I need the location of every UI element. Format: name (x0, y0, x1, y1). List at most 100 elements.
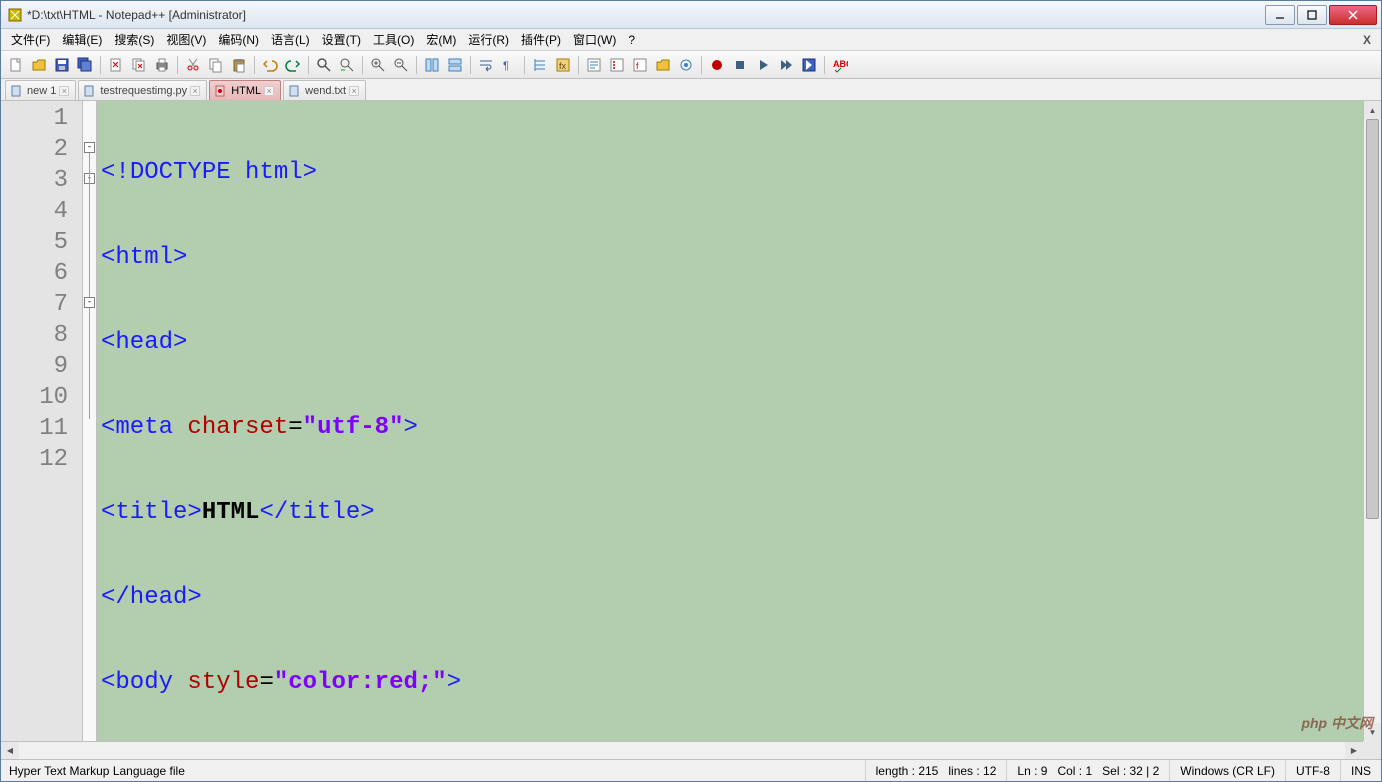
menu-settings[interactable]: 设置(T) (316, 29, 367, 50)
menu-language[interactable]: 语言(L) (265, 29, 316, 50)
close-file-icon[interactable] (105, 54, 127, 76)
menu-search[interactable]: 搜索(S) (108, 29, 160, 50)
save-all-icon[interactable] (74, 54, 96, 76)
spellcheck-icon[interactable]: ABC (829, 54, 851, 76)
open-file-icon[interactable] (28, 54, 50, 76)
vertical-scrollbar[interactable]: ▲ ▼ (1363, 101, 1381, 741)
indent-guide-icon[interactable] (529, 54, 551, 76)
scroll-up-icon[interactable]: ▲ (1364, 101, 1381, 119)
play-icon[interactable] (752, 54, 774, 76)
line-number: 9 (1, 351, 82, 382)
menu-close-doc[interactable]: X (1357, 33, 1377, 47)
close-all-icon[interactable] (128, 54, 150, 76)
minimize-button[interactable] (1265, 5, 1295, 25)
status-length: length : 215 lines : 12 (865, 760, 1007, 781)
fold-toggle[interactable]: - (84, 297, 95, 308)
close-button[interactable] (1329, 5, 1377, 25)
app-window: *D:\txt\HTML - Notepad++ [Administrator]… (0, 0, 1382, 782)
new-file-icon[interactable] (5, 54, 27, 76)
app-icon (7, 7, 23, 23)
code-line: </head> (97, 582, 1381, 613)
menu-tools[interactable]: 工具(O) (367, 29, 420, 50)
record-icon[interactable] (706, 54, 728, 76)
code-line: <html> (97, 242, 1381, 273)
toolbar-separator (824, 56, 825, 74)
file-icon (83, 84, 97, 98)
tab-close-icon[interactable]: × (59, 86, 69, 96)
doc-list-icon[interactable] (606, 54, 628, 76)
toolbar-separator (177, 56, 178, 74)
code-line: <head> (97, 327, 1381, 358)
user-lang-icon[interactable]: fx (552, 54, 574, 76)
status-eol[interactable]: Windows (CR LF) (1169, 760, 1285, 781)
status-insert-mode[interactable]: INS (1340, 760, 1381, 781)
save-icon[interactable] (51, 54, 73, 76)
scroll-down-icon[interactable]: ▼ (1364, 723, 1381, 741)
code-line: <title>HTML</title> (97, 497, 1381, 528)
toolbar-separator (308, 56, 309, 74)
all-chars-icon[interactable]: ¶ (498, 54, 520, 76)
line-number: 1 (1, 103, 82, 134)
save-macro-icon[interactable] (798, 54, 820, 76)
tab-close-icon[interactable]: × (264, 86, 274, 96)
find-icon[interactable] (313, 54, 335, 76)
redo-icon[interactable] (282, 54, 304, 76)
undo-icon[interactable] (259, 54, 281, 76)
menu-run[interactable]: 运行(R) (462, 29, 515, 50)
code-editor[interactable]: <!DOCTYPE html> <html> <head> <meta char… (97, 101, 1381, 759)
zoom-out-icon[interactable] (390, 54, 412, 76)
menu-macro[interactable]: 宏(M) (420, 29, 462, 50)
menu-plugins[interactable]: 插件(P) (515, 29, 567, 50)
tab-close-icon[interactable]: × (349, 86, 359, 96)
file-icon (288, 84, 302, 98)
horizontal-scrollbar[interactable]: ◀ ▶ (1, 741, 1363, 759)
fold-toggle[interactable]: - (84, 142, 95, 153)
tab-bar: new 1 × testrequestimg.py × HTML × wend.… (1, 79, 1381, 101)
monitor-icon[interactable] (675, 54, 697, 76)
copy-icon[interactable] (205, 54, 227, 76)
window-controls (1263, 5, 1377, 25)
menu-file[interactable]: 文件(F) (5, 29, 56, 50)
zoom-in-icon[interactable] (367, 54, 389, 76)
replace-icon[interactable] (336, 54, 358, 76)
sync-h-icon[interactable] (444, 54, 466, 76)
play-multi-icon[interactable] (775, 54, 797, 76)
wordwrap-icon[interactable] (475, 54, 497, 76)
stop-icon[interactable] (729, 54, 751, 76)
file-icon (10, 84, 24, 98)
svg-text:ABC: ABC (833, 59, 848, 69)
scroll-left-icon[interactable]: ◀ (1, 742, 19, 759)
code-line: <meta charset="utf-8"> (97, 412, 1381, 443)
line-number: 6 (1, 258, 82, 289)
print-icon[interactable] (151, 54, 173, 76)
func-list-icon[interactable]: f (629, 54, 651, 76)
line-number: 4 (1, 196, 82, 227)
scrollbar-thumb[interactable] (1366, 119, 1379, 519)
status-encoding[interactable]: UTF-8 (1285, 760, 1340, 781)
doc-map-icon[interactable] (583, 54, 605, 76)
menu-help[interactable]: ? (622, 31, 641, 49)
tab-wend[interactable]: wend.txt × (283, 80, 366, 100)
tab-html[interactable]: HTML × (209, 80, 281, 100)
toolbar-separator (470, 56, 471, 74)
maximize-button[interactable] (1297, 5, 1327, 25)
editor-area: 1 2 3 4 5 6 7 8 9 10 11 12 - - - <!DOCTY… (1, 101, 1381, 759)
line-number-gutter: 1 2 3 4 5 6 7 8 9 10 11 12 (1, 101, 83, 759)
fold-line (89, 153, 90, 419)
svg-text:¶: ¶ (503, 60, 509, 72)
tab-testrequestimg[interactable]: testrequestimg.py × (78, 80, 207, 100)
menu-edit[interactable]: 编辑(E) (56, 29, 108, 50)
line-number: 10 (1, 382, 82, 413)
menu-encoding[interactable]: 编码(N) (212, 29, 265, 50)
paste-icon[interactable] (228, 54, 250, 76)
menu-view[interactable]: 视图(V) (160, 29, 212, 50)
tab-new1[interactable]: new 1 × (5, 80, 76, 100)
tab-close-icon[interactable]: × (190, 86, 200, 96)
scroll-right-icon[interactable]: ▶ (1345, 742, 1363, 759)
menu-window[interactable]: 窗口(W) (567, 29, 622, 50)
tab-label: new 1 (27, 85, 56, 97)
sync-v-icon[interactable] (421, 54, 443, 76)
folder-workspace-icon[interactable] (652, 54, 674, 76)
cut-icon[interactable] (182, 54, 204, 76)
toolbar-separator (578, 56, 579, 74)
